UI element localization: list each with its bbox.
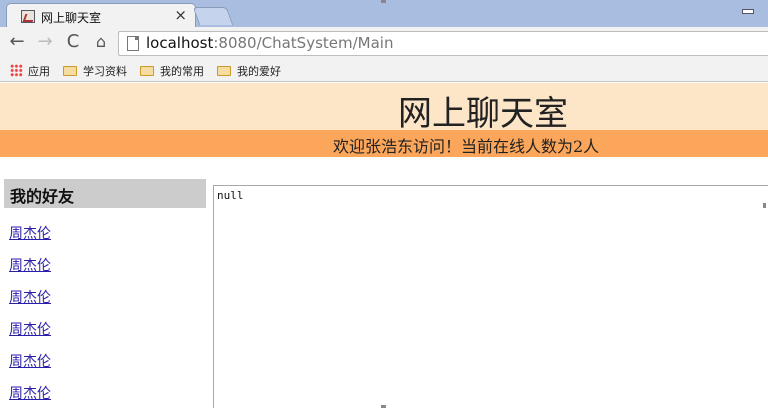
tab-strip: 网上聊天室 × [0,0,768,27]
bookmark-label: 我的爱好 [237,65,281,78]
welcome-message: 欢迎张浩东访问！当前在线人数为2人 [333,137,600,156]
address-bar[interactable]: localhost:8080/ChatSystem/Main [118,31,768,56]
friend-link[interactable]: 周杰伦 [9,287,199,319]
tab-title: 网上聊天室 [41,11,102,25]
friend-link[interactable]: 周杰伦 [9,255,199,287]
bookmarks-bar: 应用 学习资料 我的常用 我的爱好 [0,60,768,82]
browser-tab[interactable]: 网上聊天室 × [6,3,196,27]
page-favicon-icon [21,10,35,23]
bookmark-label: 我的常用 [160,65,204,78]
page-content: 网上聊天室 欢迎张浩东访问！当前在线人数为2人 我的好友 周杰伦 周杰伦 周杰伦… [0,83,768,408]
site-header: 网上聊天室 [0,83,768,134]
folder-icon [140,66,154,76]
welcome-bar: 欢迎张浩东访问！当前在线人数为2人 [0,130,768,157]
bookmark-label: 学习资料 [83,65,127,78]
friend-link[interactable]: 周杰伦 [9,319,199,351]
browser-toolbar: ← → C ⌂ localhost:8080/ChatSystem/Main [0,27,768,60]
friends-panel-header: 我的好友 [4,179,206,208]
friends-heading: 我的好友 [10,187,75,206]
bookmark-apps[interactable]: 应用 [10,63,50,79]
folder-icon [63,66,77,76]
bookmark-my-frequent[interactable]: 我的常用 [140,63,204,79]
reload-icon[interactable]: C [62,31,84,53]
friend-list: 周杰伦 周杰伦 周杰伦 周杰伦 周杰伦 周杰伦 [9,223,199,408]
chat-message-area[interactable]: null [213,185,768,408]
apps-grid-icon [10,64,23,77]
url-text[interactable]: localhost:8080/ChatSystem/Main [146,34,393,52]
page-title: 网上聊天室 [398,94,568,134]
window-minimize-button[interactable] [736,0,758,18]
page-icon [127,36,139,51]
url-path: :8080/ChatSystem/Main [213,34,394,52]
tab-close-icon[interactable]: × [174,6,187,24]
folder-icon [217,66,231,76]
home-icon[interactable]: ⌂ [90,31,112,53]
friend-link[interactable]: 周杰伦 [9,223,199,255]
chat-content: null [217,189,244,202]
resize-handle-right[interactable] [763,203,766,208]
forward-arrow-icon[interactable]: → [34,31,56,53]
url-host: localhost [146,34,214,52]
bookmark-my-hobbies[interactable]: 我的爱好 [217,63,281,79]
bookmark-label: 应用 [28,65,50,78]
resize-handle-top[interactable] [381,0,386,3]
bookmark-study-materials[interactable]: 学习资料 [63,63,127,79]
friend-link[interactable]: 周杰伦 [9,351,199,383]
back-arrow-icon[interactable]: ← [6,31,28,53]
friend-link[interactable]: 周杰伦 [9,383,199,408]
new-tab-button[interactable] [192,7,234,25]
